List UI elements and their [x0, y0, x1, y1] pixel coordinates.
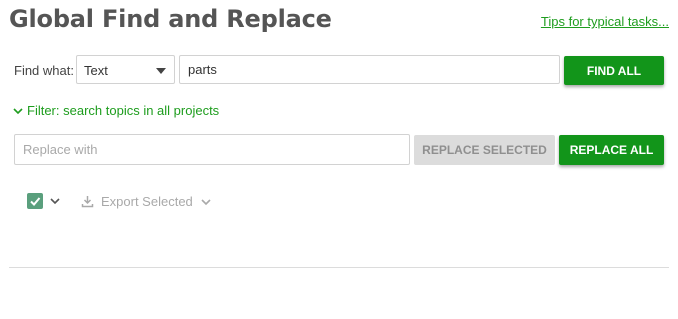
replace-selected-button[interactable]: REPLACE SELECTED	[414, 135, 555, 165]
caret-down-icon	[156, 68, 166, 74]
replace-input[interactable]	[14, 134, 410, 165]
select-all-checkbox[interactable]	[27, 193, 43, 209]
checkmark-icon	[30, 197, 41, 206]
page-title: Global Find and Replace	[9, 5, 332, 33]
export-selected-label: Export Selected	[101, 194, 193, 209]
find-type-select[interactable]: Text	[76, 55, 175, 84]
find-what-label: Find what:	[14, 63, 74, 78]
chevron-down-icon	[13, 107, 23, 114]
find-input[interactable]	[179, 55, 560, 84]
find-type-value: Text	[84, 63, 108, 78]
find-all-button[interactable]: FIND ALL	[564, 56, 664, 85]
replace-all-button[interactable]: REPLACE ALL	[559, 135, 664, 165]
export-selected-button[interactable]: Export Selected	[81, 194, 211, 209]
chevron-down-icon[interactable]	[50, 197, 60, 205]
divider	[9, 267, 669, 268]
filter-toggle[interactable]: Filter: search topics in all projects	[13, 103, 219, 118]
filter-label: Filter: search topics in all projects	[27, 103, 220, 118]
tips-link[interactable]: Tips for typical tasks...	[541, 14, 669, 29]
chevron-down-icon	[201, 198, 211, 205]
download-icon	[81, 196, 94, 208]
